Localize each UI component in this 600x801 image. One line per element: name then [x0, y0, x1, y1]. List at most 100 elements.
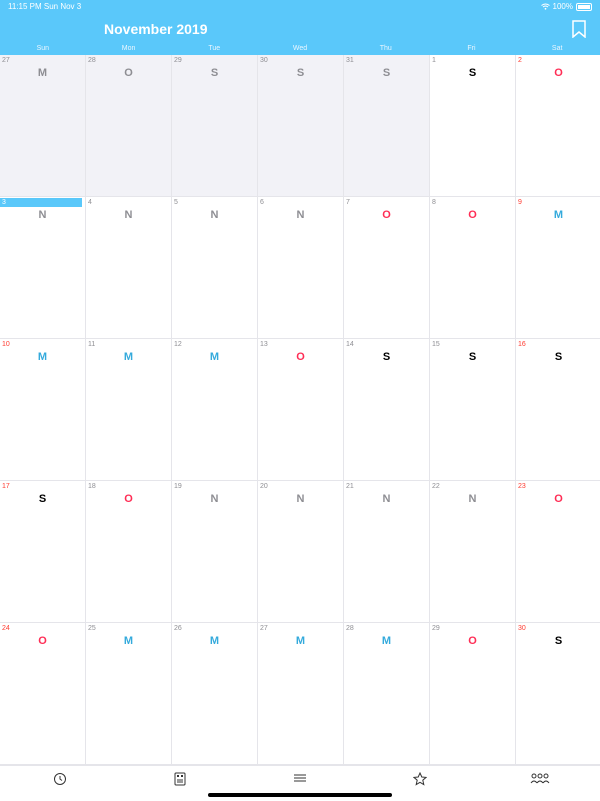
day-cell[interactable]: 5N — [172, 197, 258, 339]
weekday-header: Sun Mon Tue Wed Thu Fri Sat — [0, 45, 600, 55]
day-cell[interactable]: 26 M — [172, 623, 258, 765]
day-number: 8 — [432, 199, 436, 206]
day-cell[interactable]: 24 O — [0, 623, 86, 765]
shift-code: M — [381, 635, 392, 647]
day-number: 3 — [0, 198, 82, 207]
month-title[interactable]: November 2019 — [104, 21, 208, 37]
battery-percent: 100% — [552, 2, 573, 11]
weekday-label: Thu — [379, 45, 392, 52]
day-number: 27 — [2, 57, 10, 64]
day-cell[interactable]: 3N — [0, 197, 86, 339]
day-number: 26 — [174, 625, 182, 632]
shift-code: S — [38, 493, 47, 505]
day-cell[interactable]: 2O — [516, 55, 600, 197]
day-cell[interactable]: 15 S — [430, 339, 516, 481]
shift-code: O — [38, 635, 47, 647]
shift-code: S — [382, 351, 391, 363]
day-number: 27 — [260, 625, 268, 632]
shift-code: N — [38, 209, 47, 221]
day-number: 11 — [88, 341, 96, 348]
day-cell[interactable]: 8O — [430, 197, 516, 339]
day-number: 1 — [432, 57, 436, 64]
day-cell[interactable]: 19 N — [172, 481, 258, 623]
day-number: 23 — [518, 483, 526, 490]
shift-code: N — [210, 209, 219, 221]
day-cell[interactable]: 25 M — [86, 623, 172, 765]
day-cell[interactable]: 30 S — [258, 55, 344, 197]
day-number: 4 — [88, 199, 92, 206]
shift-code: S — [554, 635, 563, 647]
shift-code: N — [382, 493, 391, 505]
weekday-label: Fri — [467, 45, 476, 52]
day-cell[interactable]: 21 N — [344, 481, 430, 623]
day-number: 14 — [346, 341, 354, 348]
shift-code: S — [382, 67, 391, 79]
menu-icon — [294, 774, 306, 782]
day-cell[interactable]: 7O — [344, 197, 430, 339]
day-number: 10 — [2, 341, 10, 348]
day-number: 2 — [518, 57, 522, 64]
shift-code: N — [124, 209, 133, 221]
day-number: 31 — [346, 57, 354, 64]
shift-code: O — [468, 209, 477, 221]
day-cell[interactable]: 30 S — [516, 623, 600, 765]
calendar-grid: 27 M 28 O 29 S 30 S 31 S 1 S 2 O 3 N 4 N 5 N 6 N 7 O 8 O 9 M 10 M 11 M 1… — [0, 55, 600, 765]
day-cell[interactable]: 28 M — [344, 623, 430, 765]
shift-code: M — [209, 351, 220, 363]
weekday-label: Tue — [208, 45, 221, 52]
weekday-label: Wed — [292, 45, 308, 52]
day-cell[interactable]: 12 M — [172, 339, 258, 481]
shift-code: O — [296, 351, 305, 363]
day-number: 16 — [518, 341, 526, 348]
weekday-label: Mon — [121, 45, 136, 52]
day-cell[interactable]: 28 O — [86, 55, 172, 197]
day-cell[interactable]: 27 M — [258, 623, 344, 765]
tab-team[interactable] — [480, 766, 600, 801]
day-number: 12 — [174, 341, 182, 348]
day-number: 24 — [2, 625, 10, 632]
people-icon — [530, 773, 550, 784]
day-number: 6 — [260, 199, 264, 206]
shift-code: O — [382, 209, 391, 221]
day-cell[interactable]: 4N — [86, 197, 172, 339]
day-cell[interactable]: 18 O — [86, 481, 172, 623]
day-cell[interactable]: 1S — [430, 55, 516, 197]
day-cell[interactable]: 6N — [258, 197, 344, 339]
day-cell[interactable]: 29 S — [172, 55, 258, 197]
bookmark-icon[interactable] — [572, 20, 586, 38]
day-number: 7 — [346, 199, 350, 206]
day-number: 29 — [432, 625, 440, 632]
shift-code: M — [209, 635, 220, 647]
day-number: 30 — [260, 57, 268, 64]
day-cell[interactable]: 27 M — [0, 55, 86, 197]
day-cell[interactable]: 10 M — [0, 339, 86, 481]
day-cell[interactable]: 29 O — [430, 623, 516, 765]
day-cell[interactable]: 11 M — [86, 339, 172, 481]
status-indicators: 100% — [540, 2, 592, 11]
day-number: 28 — [88, 57, 96, 64]
shift-code: S — [554, 351, 563, 363]
battery-icon — [576, 2, 592, 11]
day-number: 13 — [260, 341, 268, 348]
day-cell[interactable]: 22 N — [430, 481, 516, 623]
day-cell[interactable]: 20 N — [258, 481, 344, 623]
day-cell[interactable]: 14 S — [344, 339, 430, 481]
day-cell[interactable]: 13 O — [258, 339, 344, 481]
shift-code: N — [296, 209, 305, 221]
day-cell[interactable]: 31 S — [344, 55, 430, 197]
day-cell[interactable]: 17 S — [0, 481, 86, 623]
day-cell[interactable]: 9M — [516, 197, 600, 339]
day-number: 30 — [518, 625, 526, 632]
home-indicator — [208, 793, 392, 797]
weekday-label: Sun — [36, 45, 50, 52]
shift-code: M — [553, 209, 564, 221]
day-number: 5 — [174, 199, 178, 206]
shift-code: S — [210, 67, 219, 79]
tab-schedule[interactable] — [0, 766, 120, 801]
day-cell[interactable]: 23 O — [516, 481, 600, 623]
day-number: 22 — [432, 483, 440, 490]
shift-code: M — [123, 351, 134, 363]
shift-code: M — [37, 67, 48, 79]
day-number: 9 — [518, 199, 522, 206]
day-cell[interactable]: 16 S — [516, 339, 600, 481]
